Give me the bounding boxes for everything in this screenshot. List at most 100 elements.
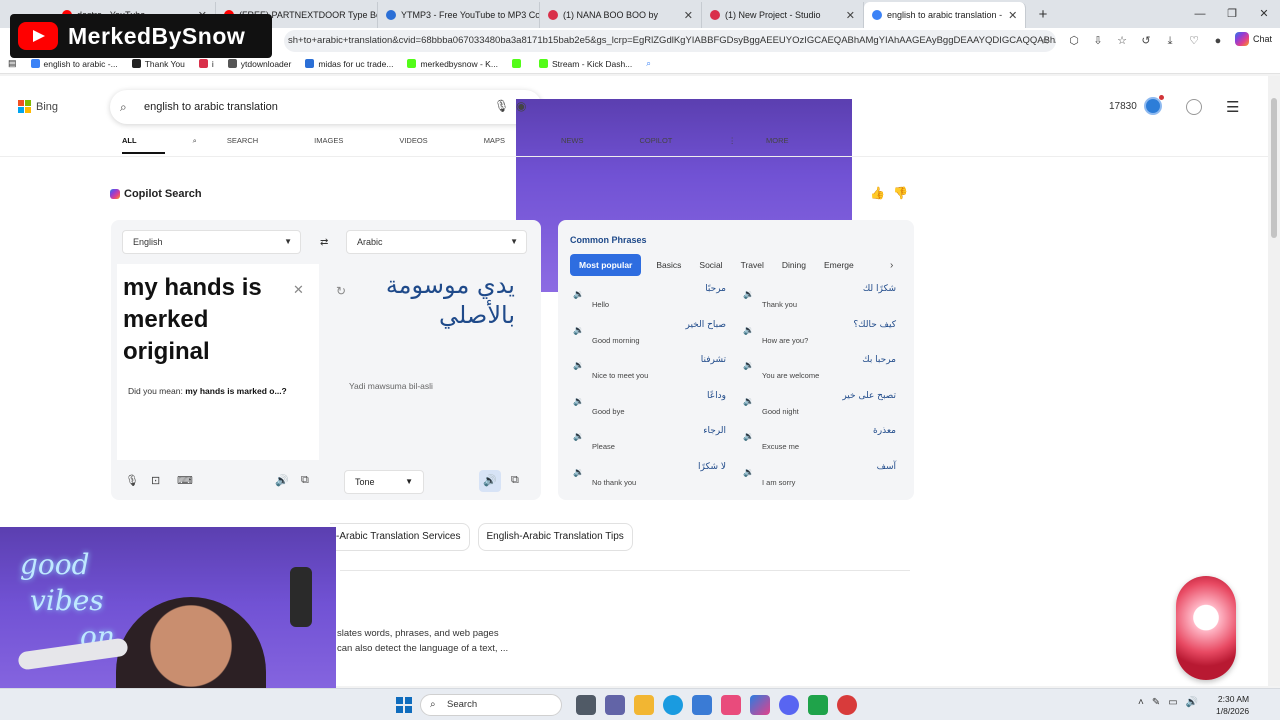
volume-icon[interactable]: 🔊 bbox=[1186, 697, 1198, 708]
thumbs-down-icon[interactable]: 👎 bbox=[893, 186, 908, 200]
photos-icon[interactable] bbox=[721, 695, 741, 715]
taskbar-search[interactable]: ⌕ Search bbox=[420, 694, 562, 716]
obs-icon[interactable] bbox=[837, 695, 857, 715]
nav-tab-images[interactable]: IMAGES bbox=[314, 136, 371, 154]
tab-close-icon[interactable]: ✕ bbox=[678, 9, 693, 22]
phrase-item[interactable]: 🔉 معذرة Excuse me bbox=[740, 426, 900, 458]
speaker-icon[interactable]: 🔉 bbox=[743, 431, 754, 442]
bookmark-item[interactable] bbox=[511, 59, 525, 69]
chevron-right-icon[interactable]: › bbox=[890, 260, 893, 271]
nav-tab-more[interactable]: ⋮ MORE bbox=[728, 136, 816, 154]
new-tab-button[interactable]: + bbox=[1032, 6, 1054, 23]
phrase-item[interactable]: 🔉 الرجاء Please bbox=[570, 426, 730, 458]
bookmark-item[interactable]: i bbox=[198, 59, 214, 69]
close-window-button[interactable]: ✕ bbox=[1248, 0, 1280, 28]
bing-logo[interactable]: Bing bbox=[18, 100, 58, 113]
phrase-tab[interactable]: Travel bbox=[741, 260, 764, 270]
sign-in-icon[interactable] bbox=[1186, 99, 1202, 115]
url-field[interactable]: sh+to+arabic+translation&cvid=68bbba0670… bbox=[284, 30, 1056, 52]
menu-icon[interactable]: ☰ bbox=[1226, 98, 1239, 116]
bookmarks-toggle-icon[interactable]: ▤ bbox=[8, 58, 17, 69]
rewards-points[interactable]: 17830 bbox=[1109, 101, 1137, 112]
phrase-item[interactable]: 🔉 لا شكرًا No thank you bbox=[570, 462, 730, 494]
nav-tab-all[interactable]: ALL bbox=[122, 136, 165, 154]
tab-close-icon[interactable]: ✕ bbox=[840, 9, 855, 22]
start-button-icon[interactable] bbox=[396, 697, 412, 713]
favorite-star-icon[interactable]: ☆ bbox=[1040, 30, 1050, 52]
profile-icon[interactable]: ● bbox=[1208, 31, 1228, 51]
copilot-chat-button[interactable]: Chat bbox=[1234, 32, 1272, 46]
copy-icon[interactable]: ⧉ bbox=[301, 474, 309, 487]
bookmark-item[interactable]: midas for uc trade... bbox=[305, 59, 393, 69]
system-clock[interactable]: 2:30 AM 1/8/2026 bbox=[1216, 693, 1249, 717]
tab-close-icon[interactable]: ✕ bbox=[1002, 9, 1017, 22]
source-text-input[interactable]: my hands is merked original bbox=[123, 272, 283, 368]
phrase-item[interactable]: 🔉 وداعًا Good bye bbox=[570, 391, 730, 423]
favorites-icon[interactable]: ☆ bbox=[1112, 31, 1132, 51]
edge-icon[interactable] bbox=[663, 695, 683, 715]
search-box[interactable]: ⌕ english to arabic translation 🎙 ◉ bbox=[110, 90, 852, 292]
browser-tab[interactable]: (1) New Project - Studio ✕ bbox=[702, 2, 864, 28]
phrase-tab[interactable]: Social bbox=[699, 260, 722, 270]
phrase-item[interactable]: 🔉 مرحبا بك You are welcome bbox=[740, 355, 900, 387]
microphone-icon[interactable]: 🎙 bbox=[125, 474, 139, 487]
browser-tab[interactable]: (1) NANA BOO BOO by ✕ bbox=[540, 2, 702, 28]
browser-tab[interactable]: YTMP3 - Free YouTube to MP3 Co✕ bbox=[378, 2, 540, 28]
bookmark-item[interactable]: ytdownloader bbox=[227, 59, 291, 69]
nav-tab-news[interactable]: NEWS bbox=[561, 136, 612, 154]
browser-essentials-icon[interactable]: ♡ bbox=[1184, 31, 1204, 51]
task-view-icon[interactable] bbox=[576, 695, 596, 715]
phrase-item[interactable]: 🔉 صباح الخير Good morning bbox=[570, 320, 730, 352]
nav-tab-maps[interactable]: MAPS bbox=[484, 136, 533, 154]
speaker-icon[interactable]: 🔉 bbox=[573, 431, 584, 442]
bookmark-item[interactable]: merkedbysnow - K... bbox=[407, 59, 498, 69]
speaker-icon[interactable]: 🔉 bbox=[743, 467, 754, 478]
speaker-icon[interactable]: 🔉 bbox=[573, 467, 584, 478]
store-icon[interactable] bbox=[692, 695, 712, 715]
speaker-icon[interactable]: 🔉 bbox=[743, 325, 754, 336]
extension-icon[interactable]: ⬡ bbox=[1064, 31, 1084, 51]
speaker-icon[interactable]: 🔉 bbox=[573, 325, 584, 336]
copilot-app-icon[interactable] bbox=[750, 695, 770, 715]
phrase-item[interactable]: 🔉 تشرفنا Nice to meet you bbox=[570, 355, 730, 387]
minimize-button[interactable]: — bbox=[1184, 0, 1216, 28]
speaker-icon[interactable]: 🔊 bbox=[275, 474, 289, 487]
nav-tab-search[interactable]: ⌕ SEARCH bbox=[193, 136, 287, 154]
page-scrollbar[interactable] bbox=[1268, 76, 1280, 686]
speaker-icon[interactable]: 🔉 bbox=[743, 360, 754, 371]
phrase-item[interactable]: 🔉 تصبح على خير Good night bbox=[740, 391, 900, 423]
phrase-tab[interactable]: Most popular bbox=[570, 254, 642, 276]
notepad-icon[interactable] bbox=[808, 695, 828, 715]
file-explorer-icon[interactable] bbox=[634, 695, 654, 715]
downloads-icon[interactable]: ⇩ bbox=[1088, 31, 1108, 51]
copy-translation-icon[interactable]: ⧉ bbox=[511, 474, 519, 487]
phrase-item[interactable]: 🔉 مرحبًا Hello bbox=[570, 284, 730, 316]
tone-dropdown[interactable]: Tone ▼ bbox=[344, 470, 424, 494]
phrase-tab[interactable]: Emerge bbox=[824, 260, 854, 270]
voice-search-icon[interactable]: 🎙 bbox=[494, 99, 509, 113]
keyboard-icon[interactable]: ⌨ bbox=[177, 474, 193, 487]
speaker-icon[interactable]: 🔉 bbox=[573, 360, 584, 371]
history-icon[interactable]: ↺ bbox=[1136, 31, 1156, 51]
browser-tab[interactable]: english to arabic translation - ✕ bbox=[864, 2, 1026, 28]
phrase-item[interactable]: 🔉 كيف حالك؟ How are you? bbox=[740, 320, 900, 352]
speaker-icon[interactable]: 🔉 bbox=[743, 396, 754, 407]
nav-tab-copilot[interactable]: COPILOT bbox=[639, 136, 700, 154]
related-search-chip[interactable]: -Arabic Translation Services bbox=[330, 523, 470, 551]
related-search-chip[interactable]: English-Arabic Translation Tips bbox=[477, 523, 633, 551]
phrase-item[interactable]: 🔉 آسف I am sorry bbox=[740, 462, 900, 494]
did-you-mean-suggestion[interactable]: my hands is marked o...? bbox=[185, 386, 287, 396]
target-language-dropdown[interactable]: Arabic ▼ bbox=[346, 230, 527, 254]
pen-icon[interactable]: ✎ bbox=[1152, 697, 1160, 708]
bookmark-item[interactable]: Stream - Kick Dash... bbox=[538, 59, 632, 69]
speaker-icon[interactable]: 🔉 bbox=[743, 289, 754, 300]
network-icon[interactable]: ▭ bbox=[1168, 697, 1177, 708]
download-status-icon[interactable]: ⤓ bbox=[1160, 31, 1180, 51]
camera-translate-icon[interactable]: ⊡ bbox=[151, 474, 160, 487]
bookmark-item[interactable]: english to arabic -... bbox=[30, 59, 118, 69]
restore-button[interactable]: ❐ bbox=[1216, 0, 1248, 28]
tray-overflow-icon[interactable]: ˄ bbox=[1138, 697, 1144, 708]
refresh-translation-icon[interactable]: ↻ bbox=[336, 284, 346, 298]
speaker-icon[interactable]: 🔉 bbox=[573, 289, 584, 300]
phrase-item[interactable]: 🔉 شكرًا لك Thank you bbox=[740, 284, 900, 316]
